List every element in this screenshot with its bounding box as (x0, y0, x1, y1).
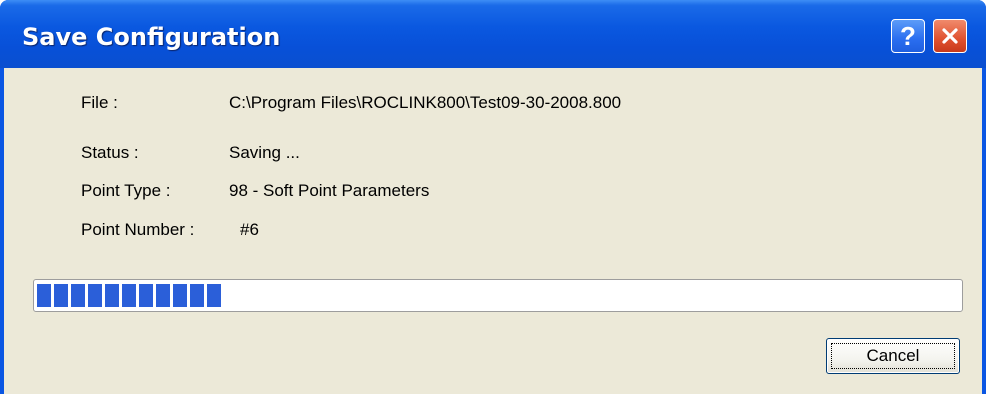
progress-bar (33, 279, 963, 312)
file-label: File : (81, 93, 118, 112)
point-type-label: Point Type : (81, 181, 171, 200)
focus-rectangle (831, 343, 955, 369)
progress-bar-fill (37, 284, 221, 307)
save-configuration-dialog: Save Configuration ? File : C:\Program F… (0, 0, 986, 394)
file-path-value: C:\Program Files\ROCLINK800\Test09-30-20… (229, 93, 622, 112)
help-button[interactable]: ? (891, 19, 925, 53)
cancel-button[interactable]: Cancel (826, 338, 960, 374)
status-value: Saving ... (229, 143, 300, 162)
window-title: Save Configuration (22, 23, 281, 51)
help-question-icon: ? (900, 21, 916, 51)
point-type-value: 98 - Soft Point Parameters (229, 181, 430, 200)
status-label: Status : (81, 143, 139, 162)
point-number-value: #6 (240, 220, 259, 239)
title-bar[interactable]: Save Configuration ? (0, 0, 986, 68)
dialog-body: File : C:\Program Files\ROCLINK800\Test0… (4, 68, 982, 394)
close-x-icon (942, 28, 958, 44)
point-number-label: Point Number : (81, 220, 195, 239)
close-button[interactable] (933, 19, 967, 53)
